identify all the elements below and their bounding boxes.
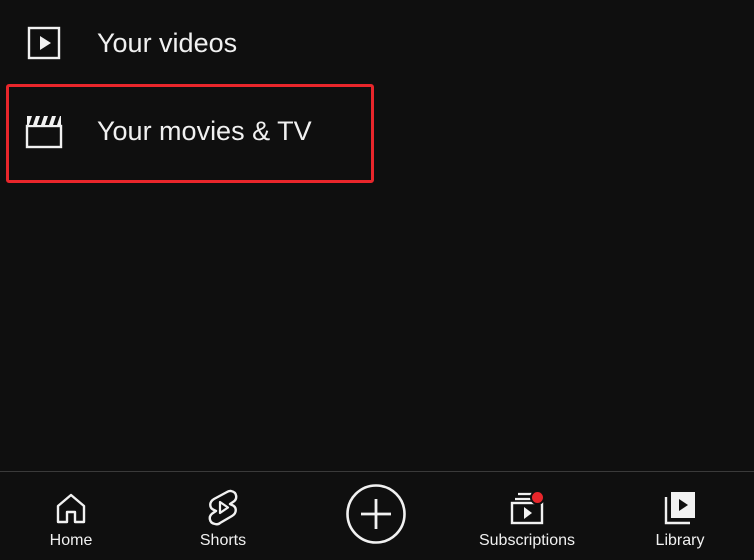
menu-item-label: Your movies & TV — [97, 115, 312, 146]
create-button[interactable] — [345, 483, 407, 550]
menu-item-your-videos[interactable]: Your videos — [0, 13, 420, 73]
create-plus-icon — [345, 483, 407, 550]
nav-label: Library — [655, 532, 705, 549]
play-square-icon — [24, 23, 64, 63]
nav-subscriptions[interactable]: Subscriptions — [462, 472, 592, 560]
shorts-icon — [203, 488, 243, 528]
menu-item-label: Your videos — [97, 27, 238, 58]
nav-label: Subscriptions — [478, 532, 576, 549]
library-icon — [660, 488, 700, 528]
home-icon — [51, 488, 91, 528]
bottom-navigation-bar: Home Shorts Subscriptions Library — [0, 471, 754, 560]
nav-label: Home — [49, 532, 93, 549]
nav-home[interactable]: Home — [31, 472, 111, 560]
clapperboard-icon — [24, 111, 64, 151]
menu-item-your-movies-tv[interactable]: Your movies & TV — [0, 101, 420, 161]
notification-dot — [530, 490, 545, 505]
subscriptions-icon — [507, 488, 547, 528]
nav-shorts[interactable]: Shorts — [183, 472, 263, 560]
nav-label: Shorts — [199, 532, 247, 549]
nav-library[interactable]: Library — [640, 472, 720, 560]
